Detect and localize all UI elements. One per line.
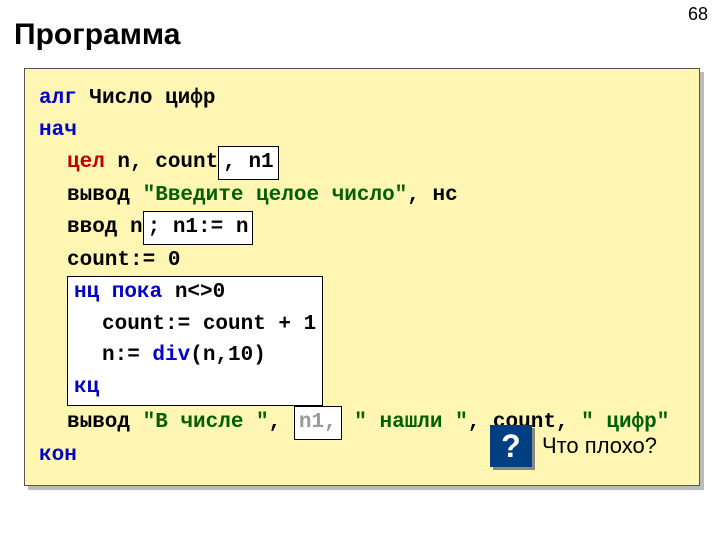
code-line: нц пока n<>0 (74, 277, 316, 309)
keyword-end: кон (39, 444, 77, 467)
keyword-while: нц пока (74, 281, 162, 304)
text: , нс (407, 184, 457, 207)
faded-box: n1, (294, 406, 342, 440)
code-line: n:= div(n,10) (74, 340, 316, 372)
code-content: алг Число цифр нач цел n, count, n1 выво… (39, 83, 687, 471)
question-text: Что плохо? (542, 433, 657, 459)
loop-block: нц пока n<>0 count:= count + 1 n:= div(n… (67, 276, 323, 406)
page-title: Программа (0, 0, 720, 52)
output-kw: вывод (67, 411, 143, 434)
code-line: цел n, count, n1 (39, 146, 687, 180)
text: , (269, 411, 294, 434)
code-line: count:= 0 (39, 245, 687, 277)
code-line: count:= count + 1 (74, 309, 316, 341)
question-mark-icon: ? (490, 425, 532, 467)
code-line: алг Число цифр (39, 83, 687, 115)
cond: n<>0 (162, 281, 225, 304)
text: n:= (102, 344, 152, 367)
code-line: кц (74, 372, 316, 404)
assign-stmt: count:= 0 (67, 249, 180, 272)
var-decl: n, count (105, 151, 218, 174)
code-line: нач (39, 115, 687, 147)
keyword-alg: алг (39, 87, 77, 110)
alg-name: Число цифр (77, 87, 216, 110)
string-literal: "Введите целое число" (143, 184, 408, 207)
input-stmt: ввод n (67, 216, 143, 239)
added-var-box: , n1 (218, 146, 278, 180)
added-assign-box: ; n1:= n (143, 211, 254, 245)
code-box: алг Число цифр нач цел n, count, n1 выво… (24, 68, 700, 486)
output-kw: вывод (67, 184, 143, 207)
assign-stmt: count:= count + 1 (102, 313, 316, 336)
keyword-int: цел (67, 151, 105, 174)
page-number: 68 (688, 4, 708, 25)
keyword-div: div (152, 344, 190, 367)
question-callout: ? Что плохо? (490, 425, 657, 467)
string-literal: "В числе " (143, 411, 269, 434)
code-line: ввод n; n1:= n (39, 211, 687, 245)
keyword-begin: нач (39, 119, 77, 142)
text: (n,10) (190, 344, 266, 367)
keyword-endloop: кц (74, 376, 99, 399)
string-literal: " нашли " (342, 411, 468, 434)
code-line: вывод "Введите целое число", нс (39, 180, 687, 212)
